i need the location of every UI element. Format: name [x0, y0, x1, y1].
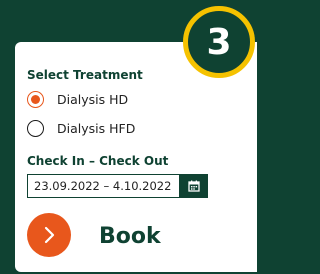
- step-badge: 3: [183, 6, 255, 78]
- calendar-button[interactable]: [179, 174, 208, 198]
- book-button[interactable]: [27, 213, 71, 257]
- radio-button-checked[interactable]: [27, 91, 44, 108]
- radio-dot: [31, 95, 40, 104]
- book-label[interactable]: Book: [99, 224, 161, 249]
- calendar-icon: [187, 180, 200, 192]
- radio-option-dialysis-hfd[interactable]: Dialysis HFD: [27, 120, 135, 137]
- chevron-right-icon: [44, 226, 55, 244]
- radio-button-unchecked[interactable]: [27, 120, 44, 137]
- radio-label-dialysis-hd: Dialysis HD: [57, 92, 129, 107]
- date-range-input[interactable]: 23.09.2022 – 4.10.2022: [27, 174, 179, 198]
- radio-option-dialysis-hd[interactable]: Dialysis HD: [27, 91, 128, 108]
- step-number: 3: [206, 21, 232, 63]
- radio-label-dialysis-hfd: Dialysis HFD: [57, 121, 136, 136]
- check-in-check-out-label: Check In – Check Out: [27, 154, 169, 168]
- select-treatment-label: Select Treatment: [27, 68, 143, 82]
